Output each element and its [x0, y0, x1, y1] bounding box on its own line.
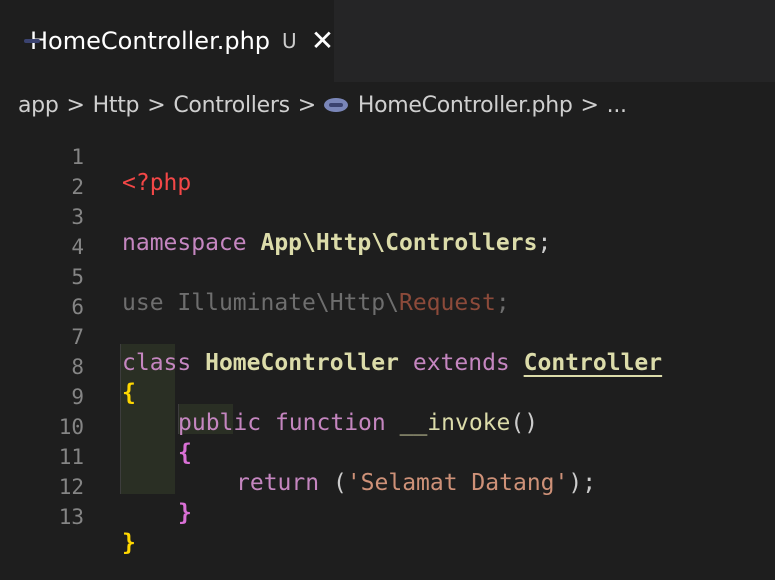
line-number: 13: [58, 505, 84, 529]
code-editor[interactable]: 1 <?php 2 3 namespace App\Http\Controlle…: [0, 128, 775, 556]
php-file-icon: [323, 98, 348, 112]
tab-untracked-status: U: [282, 29, 297, 53]
breadcrumb-item-app[interactable]: app: [18, 93, 59, 118]
code-line-6[interactable]: 6: [0, 266, 775, 319]
breadcrumb-item-controllers[interactable]: Controllers: [173, 93, 290, 118]
tab-bar: HomeController.php U ✕: [0, 0, 775, 82]
code-line-1[interactable]: 1 <?php: [0, 116, 775, 196]
code-line-10[interactable]: 10 {: [0, 386, 775, 466]
close-brace: }: [122, 530, 136, 556]
tab-filename: HomeController.php: [30, 27, 271, 55]
breadcrumb-separator: >: [66, 92, 85, 118]
close-icon[interactable]: ✕: [311, 27, 334, 55]
breadcrumb-separator: >: [297, 92, 316, 118]
code-line-3[interactable]: 3 namespace App\Http\Controllers;: [0, 176, 775, 256]
code-line-9[interactable]: 9 public function __invoke(): [0, 356, 775, 436]
code-line-12[interactable]: 12 }: [0, 446, 775, 526]
code-line-7[interactable]: 7 class HomeController extends Controlle…: [0, 296, 775, 376]
code-line-8[interactable]: 8 {: [0, 326, 775, 406]
breadcrumb-item-http[interactable]: Http: [93, 93, 140, 118]
tab-homecontroller[interactable]: HomeController.php U ✕: [0, 0, 334, 82]
code-line-4[interactable]: 4: [0, 206, 775, 259]
code-line-5[interactable]: 5 use Illuminate\Http\Request;: [0, 236, 775, 316]
breadcrumb-item-symbols[interactable]: ...: [607, 93, 627, 118]
code-line-11[interactable]: 11 return ('Selamat Datang');: [0, 416, 775, 496]
breadcrumb-item-file[interactable]: HomeController.php: [358, 93, 573, 118]
code-line-2[interactable]: 2: [0, 146, 775, 199]
breadcrumb-separator: >: [580, 92, 599, 118]
code-line-13[interactable]: 13 }: [0, 476, 775, 556]
breadcrumb-separator: >: [147, 92, 166, 118]
